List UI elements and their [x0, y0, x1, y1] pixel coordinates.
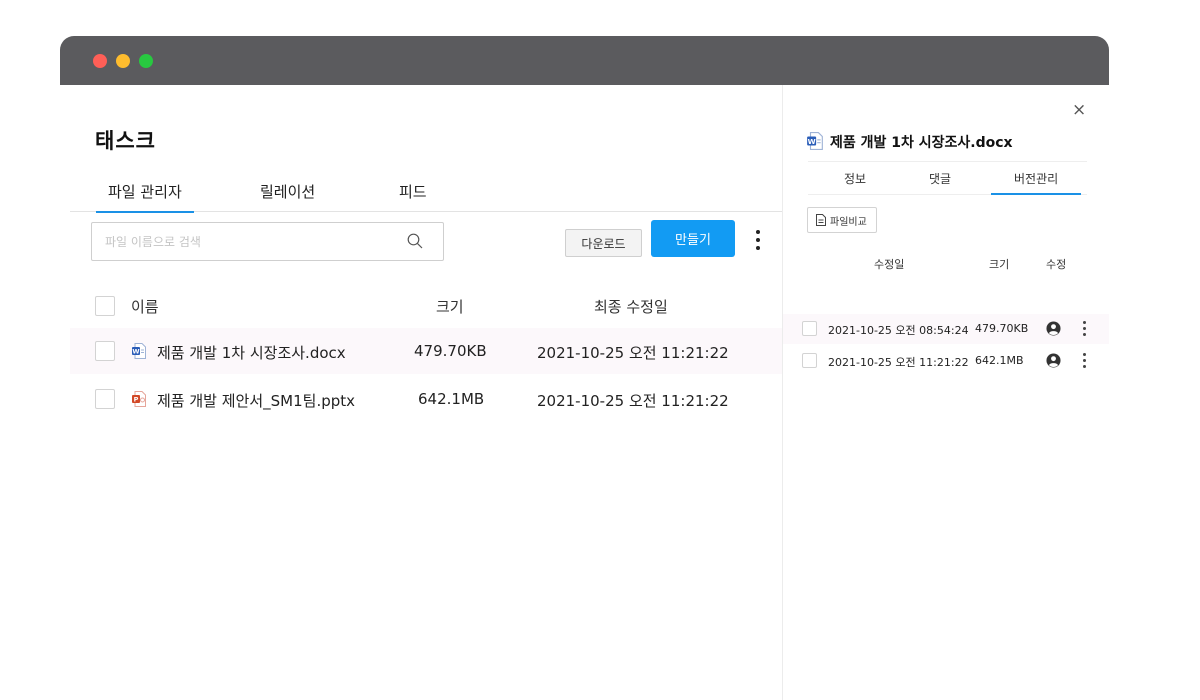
version-modified: 2021-10-25 오전 11:21:22	[828, 356, 969, 369]
search-icon[interactable]	[407, 233, 423, 249]
file-row-checkbox[interactable]	[95, 389, 115, 409]
document-icon	[816, 214, 826, 226]
file-detail-panel: × W 제품 개발 1차 시장조사.docx 정보 댓글 버전관리 파일비교 수…	[782, 85, 1109, 700]
file-size: 642.1MB	[418, 390, 485, 408]
search-box	[91, 222, 444, 261]
file-size: 479.70KB	[414, 342, 487, 360]
window-maximize-button[interactable]	[139, 54, 153, 68]
file-modified: 2021-10-25 오전 11:21:22	[537, 344, 729, 362]
panel-file-title: 제품 개발 1차 시장조사.docx	[830, 135, 1013, 151]
file-row-checkbox[interactable]	[95, 341, 115, 361]
column-header-size[interactable]: 크기	[436, 296, 464, 317]
tab-info[interactable]: 정보	[844, 170, 866, 187]
version-row[interactable]: 2021-10-25 오전 11:21:22 642.1MB	[783, 346, 1109, 376]
tab-comments[interactable]: 댓글	[929, 170, 951, 187]
version-modified: 2021-10-25 오전 08:54:24	[828, 324, 969, 337]
column-header-name[interactable]: 이름	[131, 296, 159, 317]
version-more-icon[interactable]	[1081, 321, 1087, 338]
version-size: 642.1MB	[975, 354, 1024, 367]
window-titlebar	[60, 36, 1109, 85]
version-header-editor: 수정	[1046, 258, 1067, 271]
download-button[interactable]: 다운로드	[565, 229, 642, 257]
more-options-icon[interactable]	[750, 230, 766, 256]
file-modified: 2021-10-25 오전 11:21:22	[537, 392, 729, 410]
window-minimize-button[interactable]	[116, 54, 130, 68]
main-tabs: 파일 관리자 릴레이션 피드	[70, 175, 784, 213]
word-file-icon: W	[807, 132, 823, 150]
version-row-checkbox[interactable]	[802, 353, 817, 368]
file-name[interactable]: 제품 개발 제안서_SM1팀.pptx	[157, 390, 355, 411]
window-close-button[interactable]	[93, 54, 107, 68]
select-all-checkbox[interactable]	[95, 296, 115, 316]
file-row[interactable]: P 제품 개발 제안서_SM1팀.pptx 642.1MB 2021-10-25…	[70, 376, 784, 422]
compare-files-button[interactable]: 파일비교	[807, 207, 877, 233]
tab-file-manager[interactable]: 파일 관리자	[96, 181, 194, 213]
panel-tabs: 정보 댓글 버전관리	[808, 161, 1087, 195]
app-window: 태스크 파일 관리자 릴레이션 피드 다운로드 만들기 이름 크기 최종 수정일	[60, 36, 1109, 700]
compare-files-label: 파일비교	[830, 216, 867, 228]
powerpoint-file-icon: P	[132, 391, 146, 407]
file-name[interactable]: 제품 개발 1차 시장조사.docx	[157, 342, 346, 363]
tab-version-control[interactable]: 버전관리	[990, 170, 1082, 195]
version-more-icon[interactable]	[1081, 353, 1087, 370]
close-icon[interactable]: ×	[1072, 102, 1086, 119]
user-avatar-icon[interactable]	[1046, 321, 1061, 336]
search-input[interactable]	[92, 223, 392, 260]
main-pane: 태스크 파일 관리자 릴레이션 피드 다운로드 만들기 이름 크기 최종 수정일	[60, 85, 784, 700]
tab-relation[interactable]: 릴레이션	[260, 181, 315, 212]
version-header-modified: 수정일	[874, 258, 905, 271]
column-header-modified[interactable]: 최종 수정일	[594, 296, 668, 317]
page-title: 태스크	[95, 129, 156, 153]
file-row[interactable]: W 제품 개발 1차 시장조사.docx 479.70KB 2021-10-25…	[70, 328, 784, 374]
version-row[interactable]: 2021-10-25 오전 08:54:24 479.70KB	[783, 314, 1109, 344]
version-size: 479.70KB	[975, 322, 1029, 335]
create-button[interactable]: 만들기	[651, 220, 735, 257]
file-list-header: 이름 크기 최종 수정일	[60, 283, 784, 329]
word-file-icon: W	[132, 343, 146, 359]
svg-text:P: P	[134, 396, 139, 404]
version-row-checkbox[interactable]	[802, 321, 817, 336]
svg-text:W: W	[132, 348, 139, 356]
svg-text:W: W	[808, 137, 816, 146]
tab-feed[interactable]: 피드	[399, 181, 427, 212]
version-header-size: 크기	[989, 258, 1010, 271]
user-avatar-icon[interactable]	[1046, 353, 1061, 368]
